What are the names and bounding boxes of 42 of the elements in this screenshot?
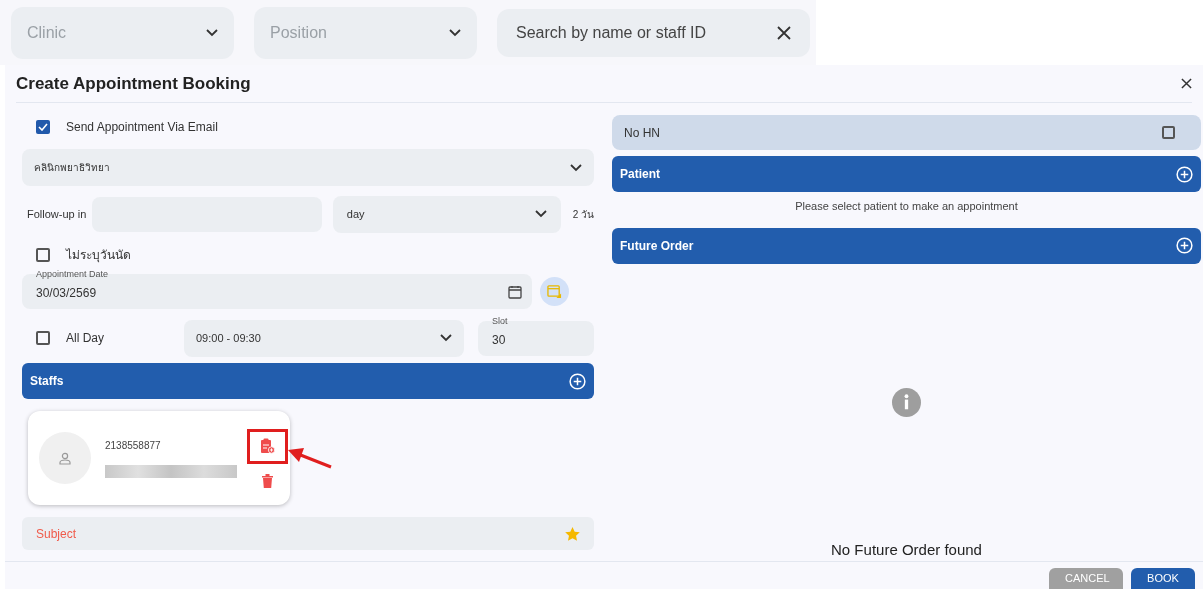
clinic-select[interactable]: คลินิกพยาธิวิทยา — [22, 149, 594, 186]
checkbox-label: Send Appointment Via Email — [66, 119, 218, 136]
add-circle-icon[interactable] — [1176, 165, 1193, 183]
dialog-title: Create Appointment Booking — [16, 72, 251, 95]
clipboard-add-icon[interactable] — [260, 438, 275, 454]
calendar-icon — [547, 284, 562, 299]
add-circle-icon[interactable] — [569, 372, 586, 390]
person-icon — [59, 451, 71, 465]
checkbox-label: All Day — [66, 330, 104, 347]
checkbox[interactable] — [36, 248, 50, 262]
checkbox[interactable] — [1162, 126, 1175, 139]
section-title: Future Order — [620, 237, 694, 255]
chevron-down-icon — [206, 28, 218, 37]
checkbox-label: ไม่ระบุวันนัด — [66, 247, 131, 264]
info-icon — [892, 387, 921, 417]
calendar-icon[interactable] — [508, 284, 522, 299]
patient-message: Please select patient to make an appointment — [794, 199, 1019, 214]
book-button[interactable]: BOOK — [1131, 568, 1195, 589]
section-header[interactable]: Future Order — [612, 227, 1201, 264]
section-header[interactable]: Patient — [612, 156, 1201, 192]
trash-icon[interactable] — [262, 473, 273, 488]
chevron-down-icon — [449, 28, 461, 37]
checkbox[interactable] — [36, 331, 50, 345]
search-field[interactable]: Search by name or staff ID — [497, 8, 810, 57]
section-header[interactable]: Staffs — [22, 363, 594, 399]
section-title: Patient — [620, 166, 660, 183]
empty-message: No Future Order found — [831, 539, 982, 560]
unit-select[interactable]: day — [332, 195, 561, 233]
section-title: Staffs — [30, 373, 64, 390]
checkbox[interactable] — [36, 120, 50, 134]
no-hn-row[interactable]: No HN — [612, 115, 1201, 150]
add-circle-icon[interactable] — [1176, 237, 1193, 254]
chevron-down-icon — [534, 210, 547, 218]
close-icon[interactable] — [1181, 78, 1192, 89]
close-icon[interactable] — [777, 25, 791, 40]
duration-note: 2 วัน — [572, 207, 594, 222]
star-icon — [565, 526, 580, 541]
chevron-down-icon — [440, 334, 452, 342]
time-select[interactable]: 09:00 - 09:30 — [184, 319, 464, 357]
chevron-down-icon — [570, 163, 582, 172]
field-label: Follow-up in — [26, 206, 88, 222]
staff-id: 2138558877 — [105, 439, 162, 453]
